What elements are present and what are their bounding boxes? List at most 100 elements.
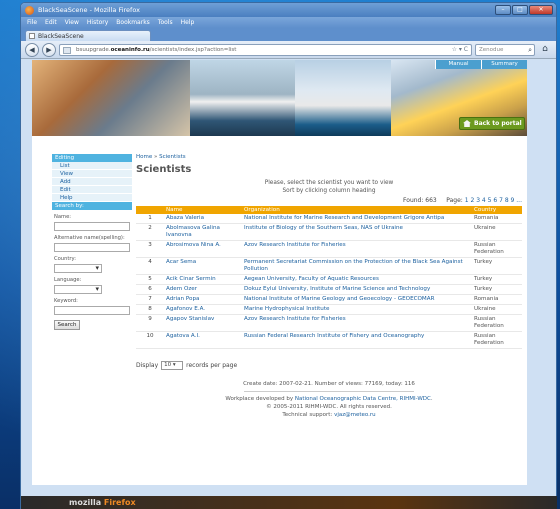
editing-heading: Editing [52, 154, 132, 162]
search-icon[interactable]: ⌕ [528, 46, 532, 55]
page-footer: Create date: 2007-02-21. Number of views… [136, 380, 522, 419]
url-host: oceaninfo.ru [110, 46, 150, 53]
pagination[interactable]: 1 2 3 4 5 6 7 8 9 ... [465, 197, 522, 204]
organization-link[interactable]: Azov Research Institute for Fisheries [242, 240, 472, 258]
organization-link[interactable]: Azov Research Institute for Fisheries [242, 314, 472, 332]
menu-tools[interactable]: Tools [158, 19, 173, 26]
close-button[interactable]: ✕ [529, 5, 553, 15]
alt-name-field[interactable] [54, 243, 130, 252]
organization-link[interactable]: Russian Federal Research Institute of Fi… [242, 331, 472, 349]
brand-mozilla: mozilla [69, 498, 104, 507]
table-row: 1 Abaza Valeria National Institute for Mar… [136, 214, 522, 224]
organization-link[interactable]: Permanent Secretariat Commission on the … [242, 257, 472, 275]
table-row: 3 Abrosimova Nina A. Azov Research Institu… [136, 240, 522, 258]
menu-bar: File Edit View History Bookmarks Tools H… [21, 17, 556, 28]
menu-bookmarks[interactable]: Bookmarks [116, 19, 150, 26]
table-row: 6 Adem Ozer Dokuz Eylul University, Instit… [136, 284, 522, 295]
title-bar[interactable]: BlackSeaScene - Mozilla Firefox – □ ✕ [21, 3, 556, 17]
organization-link[interactable]: National Institute for Marine Research a… [242, 214, 472, 224]
minimize-button[interactable]: – [495, 5, 511, 15]
sidebar-item-add[interactable]: Add [52, 178, 132, 186]
menu-history[interactable]: History [87, 19, 108, 26]
scientist-name[interactable]: Abaza Valeria [164, 214, 242, 224]
row-number: 5 [136, 274, 164, 285]
organization-link[interactable]: Marine Hydrophysical Institute [242, 304, 472, 315]
table-row: 9 Agapov Stanislav Azov Research Institute… [136, 314, 522, 332]
menu-view[interactable]: View [65, 19, 79, 26]
search-button[interactable]: Search [54, 320, 80, 330]
scientist-name[interactable]: Abrosimova Nina A. [164, 240, 242, 258]
scientist-name[interactable]: Agafonov E.A. [164, 304, 242, 315]
menu-help[interactable]: Help [181, 19, 195, 26]
scientist-name[interactable]: Adem Ozer [164, 284, 242, 295]
instruction-text: Please, select the scientist you want to… [136, 179, 522, 195]
sidebar-item-help[interactable]: Help [52, 194, 132, 202]
display-label: Display [136, 362, 159, 369]
sidebar-item-list[interactable]: List [52, 162, 132, 170]
reload-icon[interactable]: ☆ ▾ C [452, 46, 468, 53]
table-row: 4 Acar Sema Permanent Secretariat Commissi… [136, 257, 522, 275]
search-input[interactable]: Zenodue ⌕ [475, 43, 535, 56]
instruction-line-1: Please, select the scientist you want to… [264, 180, 394, 186]
scientist-name[interactable]: Adrian Popa [164, 294, 242, 305]
menu-file[interactable]: File [27, 19, 37, 26]
scientist-name[interactable]: Acar Sema [164, 257, 242, 275]
row-number: 2 [136, 223, 164, 241]
support-email-link[interactable]: vjaz@meteo.ru [334, 412, 376, 418]
country-cell: Romania [472, 294, 522, 305]
col-country[interactable]: Country [472, 206, 522, 214]
address-bar[interactable]: bsuupgrade. oceaninfo.ru/scientists/index… [59, 43, 472, 56]
menu-edit[interactable]: Edit [45, 19, 57, 26]
row-number: 7 [136, 294, 164, 305]
scientist-name[interactable]: Agatova A.I. [164, 331, 242, 349]
banner-photo-ship [190, 60, 295, 136]
forward-button[interactable]: ▶ [42, 42, 56, 57]
maximize-button[interactable]: □ [512, 5, 528, 15]
url-prefix: bsuupgrade. [76, 46, 111, 53]
instruction-line-2: Sort by clicking column heading [282, 188, 376, 194]
copyright: © 2005-2011 RIHMI-WDC. All rights reserv… [266, 404, 392, 410]
home-icon[interactable]: ⌂ [538, 43, 552, 57]
organization-link[interactable]: Institute of Biology of the Southern Sea… [242, 223, 472, 241]
back-button[interactable]: ◀ [25, 42, 39, 57]
organization-link[interactable]: National Institute of Marine Geology and… [242, 294, 472, 305]
row-number: 9 [136, 314, 164, 332]
sidebar-item-edit[interactable]: Edit [52, 186, 132, 194]
sidebar-item-view[interactable]: View [52, 170, 132, 178]
organization-link[interactable]: Dokuz Eylul University, Institute of Mar… [242, 284, 472, 295]
organization-link[interactable]: Aegean University, Faculty of Aquatic Re… [242, 274, 472, 285]
records-per-page-select[interactable]: 10 ▾ [161, 361, 184, 370]
summary-link[interactable]: Summary [481, 60, 527, 69]
tab-label: BlackSeaScene [38, 32, 84, 40]
scientist-name[interactable]: Agapov Stanislav [164, 314, 242, 332]
country-cell: Russian Federation [472, 240, 522, 258]
navigation-bar: ◀ ▶ bsuupgrade. oceaninfo.ru/scientists/i… [21, 41, 556, 59]
workplace-suffix: . [430, 396, 433, 402]
back-to-portal-button[interactable]: Back to portal [459, 117, 525, 130]
col-organization[interactable]: Organization [242, 206, 472, 214]
page-label: Page: [446, 197, 463, 204]
keyword-label: Keyword: [54, 298, 78, 304]
workplace-line: Workplace developed by National Oceanogr… [136, 395, 522, 403]
keyword-field[interactable] [54, 306, 130, 315]
col-name[interactable]: Name [164, 206, 242, 214]
workplace-prefix: Workplace developed by [225, 396, 295, 402]
table-row: 2 Abolmasova Galina Ivanovna Institute of … [136, 223, 522, 241]
row-number: 10 [136, 331, 164, 349]
manual-link[interactable]: Manual [435, 60, 481, 69]
row-number: 1 [136, 214, 164, 224]
language-select[interactable] [54, 285, 102, 294]
country-select[interactable] [54, 264, 102, 273]
breadcrumb-home[interactable]: Home [136, 154, 152, 160]
tab-blackseascene[interactable]: BlackSeaScene [25, 30, 151, 41]
scientist-name[interactable]: Abolmasova Galina Ivanovna [164, 223, 242, 241]
scientist-name[interactable]: Acik Cinar Sermin [164, 274, 242, 285]
breadcrumb-current[interactable]: Scientists [159, 154, 186, 160]
country-cell: Turkey [472, 257, 522, 275]
name-field[interactable] [54, 222, 130, 231]
support-line: Technical support: vjaz@meteo.ru [136, 411, 522, 419]
nodc-link[interactable]: National Oceanographic Data Centre, RIHM… [295, 396, 431, 402]
support-prefix: Technical support: [282, 412, 335, 418]
site-identity-icon[interactable] [63, 46, 71, 54]
banner-photo-vessel [295, 60, 391, 136]
